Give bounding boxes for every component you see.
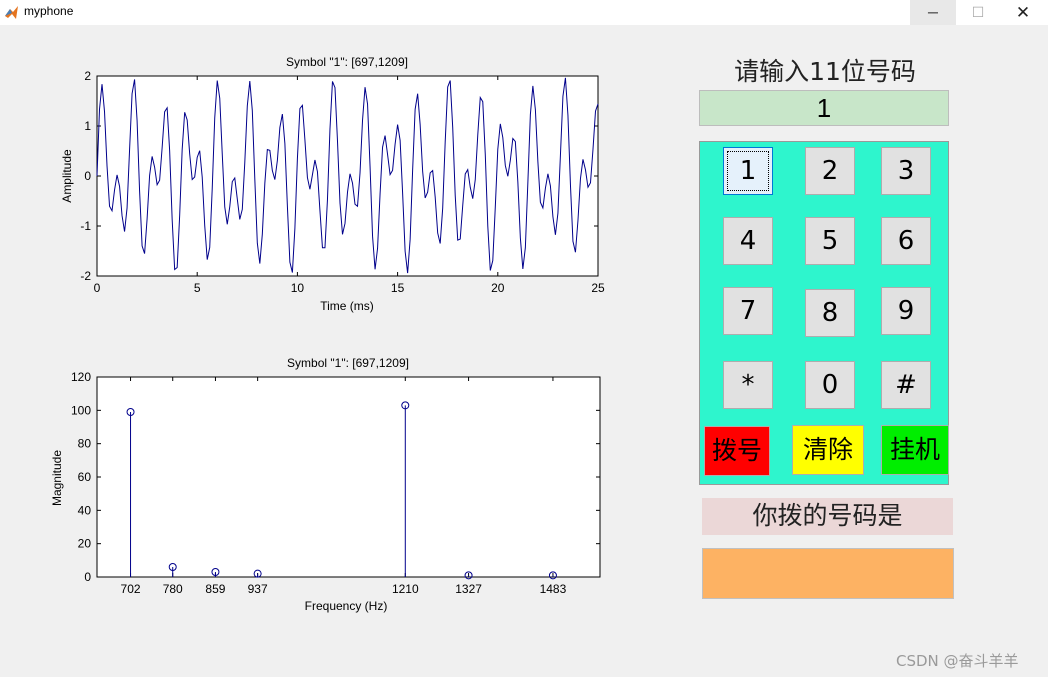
spectrum-xtick-label: 702: [121, 582, 141, 596]
time-plot-xlabel: Time (ms): [320, 299, 374, 313]
time-ytick-label: 2: [84, 69, 91, 83]
key-hash[interactable]: #: [881, 361, 931, 409]
close-button[interactable]: ✕: [1000, 0, 1046, 25]
clear-button[interactable]: 清除: [792, 425, 864, 475]
time-xtick-label: 10: [291, 281, 305, 295]
number-input[interactable]: 1: [699, 90, 949, 126]
spectrum-xtick-label: 859: [205, 582, 225, 596]
dial-button[interactable]: 拨号: [704, 426, 770, 476]
spectrum-xtick-label: 780: [163, 582, 183, 596]
spectrum-ytick-label: 120: [71, 370, 91, 384]
spectrum-xtick-label: 1210: [392, 582, 419, 596]
time-plot-axes: [96, 75, 599, 277]
time-xtick-label: 5: [194, 281, 201, 295]
key-0[interactable]: 0: [805, 361, 855, 409]
key-5[interactable]: 5: [805, 217, 855, 265]
key-3[interactable]: 3: [881, 147, 931, 195]
time-ytick-label: -2: [80, 269, 91, 283]
time-ytick-label: -1: [80, 219, 91, 233]
dialed-number-display: [702, 548, 954, 599]
time-xtick-label: 15: [391, 281, 405, 295]
spectrum-ytick-label: 60: [78, 470, 92, 484]
spectrum-plot-ylabel: Magnitude: [50, 450, 64, 506]
spectrum-ytick-label: 0: [84, 570, 91, 584]
keypad-panel: 1 2 3 4 5 6 7 8 9 * 0 # 拨号 清除 挂机: [699, 141, 949, 485]
maximize-button[interactable]: ☐: [955, 0, 1001, 25]
watermark: CSDN @奋斗羊羊: [896, 652, 1019, 670]
charts-area: Symbol "1": [697,1209] Time (ms) Amplitu…: [50, 55, 605, 613]
spectrum-plot: Symbol "1": [697,1209] Frequency (Hz) Ma…: [50, 356, 601, 613]
key-4[interactable]: 4: [723, 217, 773, 265]
minimize-button[interactable]: ─: [910, 0, 956, 25]
time-plot-title: Symbol "1": [697,1209]: [286, 55, 408, 69]
time-xtick-label: 20: [491, 281, 505, 295]
spectrum-ytick-label: 40: [78, 503, 92, 517]
spectrum-xtick-label: 1327: [455, 582, 482, 596]
time-xtick-label: 25: [591, 281, 605, 295]
spectrum-xtick-label: 937: [248, 582, 268, 596]
key-1[interactable]: 1: [723, 147, 773, 195]
key-7[interactable]: 7: [723, 287, 773, 335]
key-star[interactable]: *: [723, 361, 773, 409]
spectrum-ytick-label: 80: [78, 437, 92, 451]
key-9[interactable]: 9: [881, 287, 931, 335]
spectrum-ytick-label: 100: [71, 403, 91, 417]
key-6[interactable]: 6: [881, 217, 931, 265]
hangup-button[interactable]: 挂机: [881, 425, 949, 475]
spectrum-ytick-label: 20: [78, 537, 92, 551]
key-8[interactable]: 8: [805, 289, 855, 337]
prompt-label: 请输入11位号码: [734, 57, 916, 86]
spectrum-plot-title: Symbol "1": [697,1209]: [287, 356, 409, 370]
spectrum-plot-axes: [96, 376, 601, 578]
time-plot: Symbol "1": [697,1209] Time (ms) Amplitu…: [60, 55, 605, 313]
time-ytick-label: 1: [84, 119, 91, 133]
spectrum-xtick-label: 1483: [540, 582, 567, 596]
key-2[interactable]: 2: [805, 147, 855, 195]
dialed-number-label: 你拨的号码是: [702, 498, 953, 535]
time-plot-ylabel: Amplitude: [60, 149, 74, 203]
time-xtick-label: 0: [94, 281, 101, 295]
time-ytick-label: 0: [84, 169, 91, 183]
spectrum-plot-xlabel: Frequency (Hz): [305, 599, 388, 613]
